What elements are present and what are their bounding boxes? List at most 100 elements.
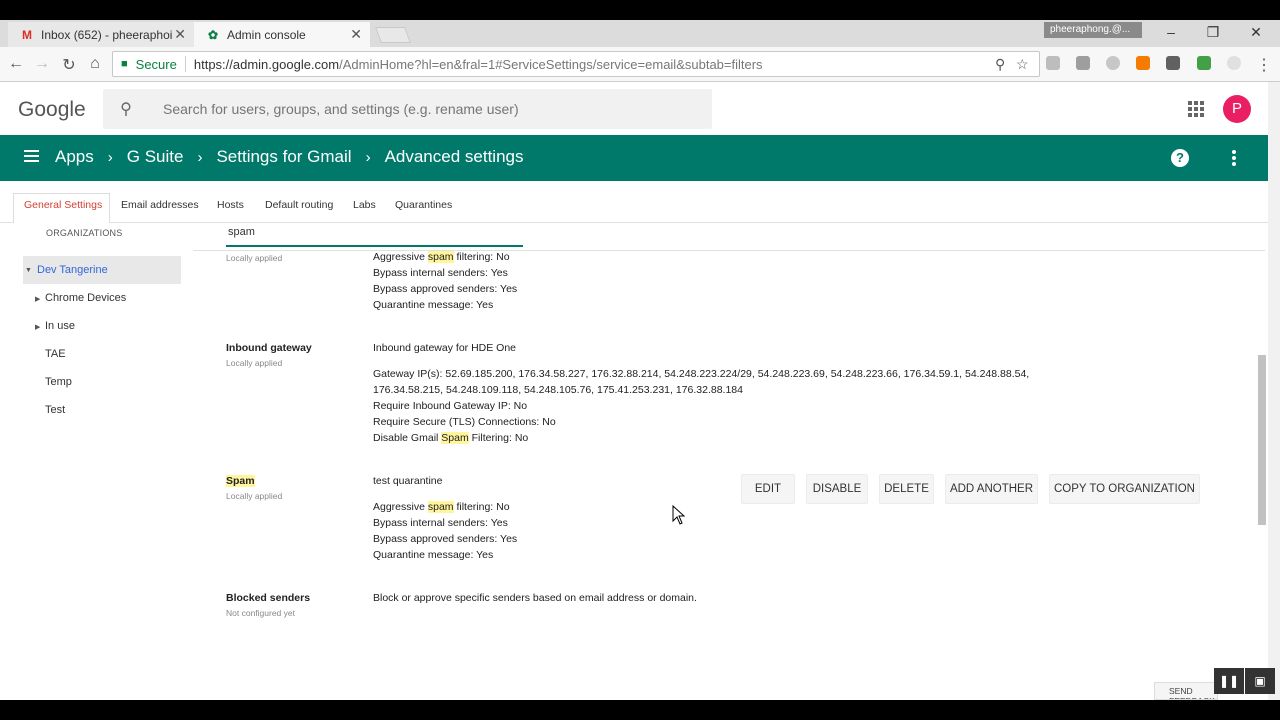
setting-line: Bypass approved senders: Yes — [373, 283, 518, 295]
add-another-button[interactable]: ADD ANOTHER — [945, 474, 1038, 504]
zoom-icon[interactable]: ⚲ — [995, 56, 1005, 73]
admin-header: Google ⚲ P — [0, 82, 1268, 135]
setting-name-spam[interactable]: Spam — [226, 475, 255, 487]
extension-icon[interactable] — [1076, 56, 1090, 70]
setting-line: Require Inbound Gateway IP: No — [373, 400, 528, 412]
setting-line: Bypass internal senders: Yes — [373, 517, 508, 529]
search-bar[interactable]: ⚲ — [103, 89, 712, 129]
breadcrumb-apps[interactable]: Apps — [55, 147, 94, 167]
extension-icon[interactable] — [1136, 56, 1150, 70]
profile-chip[interactable]: pheeraphong.@... — [1044, 22, 1142, 38]
setting-line: Require Secure (TLS) Connections: No — [373, 416, 556, 428]
search-input[interactable] — [163, 101, 703, 117]
chevron-right-icon: › — [107, 148, 113, 166]
admin-console-icon: ✿ — [207, 27, 219, 42]
breadcrumb-bar: Apps › G Suite › Settings for Gmail › Ad… — [0, 135, 1268, 181]
setting-status: Locally applied — [226, 253, 283, 263]
copy-to-organization-button[interactable]: COPY TO ORGANIZATION — [1049, 474, 1200, 504]
avatar[interactable]: P — [1223, 95, 1251, 123]
pause-icon[interactable]: ❚❚ — [1214, 668, 1244, 694]
gateway-ips: Gateway IP(s): 52.69.185.200, 176.34.58.… — [373, 368, 1030, 380]
edit-button[interactable]: EDIT — [741, 474, 795, 504]
mouse-cursor-icon — [672, 505, 686, 525]
org-item-in-use[interactable]: In use — [45, 320, 75, 332]
setting-line: Quarantine message: Yes — [373, 299, 494, 311]
tab-label: Inbox (652) - pheeraphoi — [41, 27, 173, 42]
menu-icon[interactable] — [24, 150, 39, 162]
secure-label: Secure — [135, 56, 177, 72]
apps-grid-icon[interactable] — [1188, 101, 1204, 117]
org-item-dev-tangerine[interactable]: Dev Tangerine — [37, 264, 108, 276]
page-scrollbar[interactable] — [1268, 82, 1280, 700]
tab-email-addresses[interactable]: Email addresses — [121, 199, 199, 211]
setting-line: Aggressive spam filtering: No — [373, 251, 510, 263]
setting-description: Block or approve specific senders based … — [373, 592, 697, 604]
back-icon[interactable]: ← — [6, 55, 26, 73]
delete-button[interactable]: DELETE — [879, 474, 934, 504]
tab-hosts[interactable]: Hosts — [217, 199, 244, 211]
setting-name-inbound-gateway[interactable]: Inbound gateway — [226, 342, 312, 354]
org-item-temp[interactable]: Temp — [45, 376, 72, 388]
filter-underline — [226, 245, 523, 247]
breadcrumb-gsuite[interactable]: G Suite — [127, 147, 184, 167]
tab-default-routing[interactable]: Default routing — [265, 199, 333, 211]
forward-icon[interactable]: → — [32, 55, 52, 73]
expand-right-icon[interactable]: ▶ — [35, 295, 40, 303]
window-close-icon[interactable]: ✕ — [1246, 24, 1266, 41]
scrollbar-thumb[interactable] — [1258, 355, 1266, 525]
extension-cloud-icon[interactable] — [1046, 56, 1060, 70]
setting-title: test quarantine — [373, 475, 443, 487]
chrome-menu-icon[interactable]: ⋮ — [1254, 55, 1274, 75]
content-divider — [193, 250, 1265, 251]
picture-in-picture-icon[interactable]: ▣ — [1245, 668, 1275, 694]
expand-right-icon[interactable]: ▶ — [35, 323, 40, 331]
minimize-icon[interactable]: – — [1161, 24, 1181, 40]
setting-line: Bypass internal senders: Yes — [373, 267, 508, 279]
home-icon[interactable]: ⌂ — [85, 55, 105, 73]
extension-icon[interactable] — [1166, 56, 1180, 70]
new-tab-button[interactable] — [375, 27, 411, 43]
extension-icon[interactable] — [1227, 56, 1241, 70]
breadcrumb: Apps › G Suite › Settings for Gmail › Ad… — [55, 147, 523, 167]
tab-quarantines[interactable]: Quarantines — [395, 199, 452, 211]
setting-line: Bypass approved senders: Yes — [373, 533, 518, 545]
setting-line: Quarantine message: Yes — [373, 549, 494, 561]
gateway-ips-cont: 176.34.58.215, 54.248.109.118, 54.248.10… — [373, 384, 743, 396]
org-item-test[interactable]: Test — [45, 404, 65, 416]
disable-button[interactable]: DISABLE — [806, 474, 868, 504]
org-item-chrome-devices[interactable]: Chrome Devices — [45, 292, 126, 304]
address-bar[interactable]: ■ Secure https://admin.google.com /Admin… — [112, 51, 1040, 77]
setting-line: Disable Gmail Spam Filtering: No — [373, 432, 529, 444]
expand-down-icon[interactable]: ▼ — [25, 267, 32, 274]
url-host: https://admin.google.com — [193, 56, 340, 72]
gmail-icon: M — [22, 27, 32, 42]
send-feedback-button[interactable]: SEND FEEDBACK — [1154, 682, 1218, 700]
organizations-heading: ORGANIZATIONS — [46, 228, 123, 238]
url-path: /AdminHome?hl=en&fral=1#ServiceSettings/… — [339, 56, 763, 72]
google-logo[interactable]: Google — [18, 98, 86, 122]
extension-icon[interactable] — [1197, 56, 1211, 70]
search-icon[interactable]: ⚲ — [103, 99, 149, 119]
reload-icon[interactable]: ↻ — [59, 55, 79, 75]
tab-admin-console[interactable]: ✿ Admin console ✕ — [194, 22, 370, 47]
chevron-right-icon: › — [365, 148, 371, 166]
settings-filter-input[interactable]: spam — [228, 226, 523, 246]
setting-name-blocked-senders[interactable]: Blocked senders — [226, 592, 310, 604]
breadcrumb-advanced-settings: Advanced settings — [384, 147, 524, 166]
setting-title: Inbound gateway for HDE One — [373, 342, 517, 354]
bookmark-star-icon[interactable]: ☆ — [1016, 56, 1029, 73]
omnibox-divider — [184, 56, 186, 72]
close-icon[interactable]: ✕ — [174, 26, 186, 43]
org-item-tae[interactable]: TAE — [45, 348, 66, 360]
setting-status: Locally applied — [226, 358, 283, 368]
tab-inbox[interactable]: M Inbox (652) - pheeraphoi ✕ — [8, 22, 194, 47]
close-icon[interactable]: ✕ — [350, 26, 362, 43]
help-icon[interactable]: ? — [1171, 149, 1189, 167]
restore-icon[interactable]: ❐ — [1203, 24, 1223, 41]
tab-general-settings[interactable]: General Settings — [24, 199, 102, 211]
setting-status: Locally applied — [226, 491, 283, 501]
tab-labs[interactable]: Labs — [353, 199, 376, 211]
breadcrumb-gmail-settings[interactable]: Settings for Gmail — [216, 147, 351, 167]
extension-icon[interactable] — [1106, 56, 1120, 70]
more-options-icon[interactable] — [1232, 150, 1236, 168]
